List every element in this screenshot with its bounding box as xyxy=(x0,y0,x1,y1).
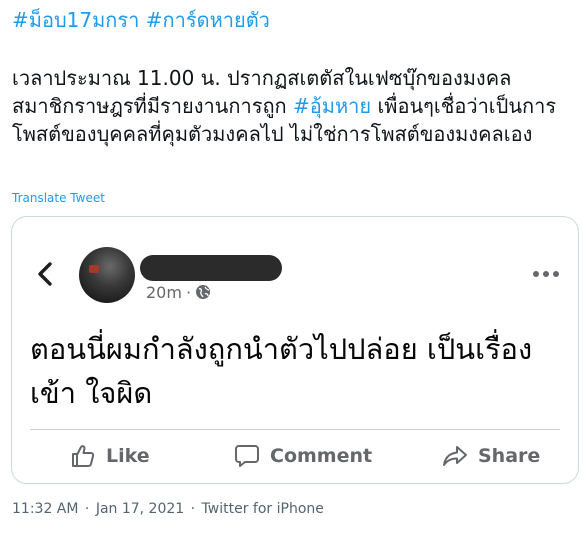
share-action: Share xyxy=(442,437,540,475)
tweet-body: เวลาประมาณ 11.00 น. ปรากฏสเตตัสในเฟซบุ๊ก… xyxy=(12,64,577,148)
post-time: 20m xyxy=(146,283,182,302)
back-chevron-icon xyxy=(38,262,52,286)
comment-label: Comment xyxy=(270,445,373,467)
footer-separator: · xyxy=(84,501,90,517)
hashtag-guard-missing[interactable]: #การ์ดหายตัว xyxy=(146,8,270,32)
fb-post-header: 20m · xyxy=(12,217,578,317)
share-arrow-icon xyxy=(443,446,467,466)
hashtag-mob[interactable]: #ม็อบ17มกรา xyxy=(12,8,139,32)
globe-icon xyxy=(196,285,211,299)
avatar xyxy=(79,247,135,303)
more-dots-icon xyxy=(533,271,559,277)
avatar-detail xyxy=(89,265,99,273)
post-meta: 20m · xyxy=(146,283,211,303)
attached-image[interactable]: 20m · ตอนนี่ผมกำลังถูกนำตัวไปปล่อย เป็นเร… xyxy=(11,216,579,484)
tweet-date[interactable]: Jan 17, 2021 xyxy=(96,501,184,517)
fb-post-text: ตอนนี่ผมกำลังถูกนำตัวไปปล่อย เป็นเรื่องเ… xyxy=(30,332,533,410)
like-label: Like xyxy=(106,445,150,467)
tweet-footer: 11:32 AM · Jan 17, 2021 · Twitter for iP… xyxy=(12,499,324,519)
fb-action-divider xyxy=(30,429,560,430)
hashtag-line: #ม็อบ17มกรา #การ์ดหายตัว xyxy=(12,6,270,34)
footer-separator-2: · xyxy=(190,501,196,517)
like-action: Like xyxy=(70,437,150,475)
comment-action: Comment xyxy=(234,437,372,475)
fb-action-bar: Like Comment Share xyxy=(30,437,560,475)
translate-tweet-link[interactable]: Translate Tweet xyxy=(12,190,105,206)
comment-bubble-icon xyxy=(235,445,259,467)
hashtag-abducted[interactable]: #อุ้มหาย xyxy=(293,94,371,118)
tweet-source[interactable]: Twitter for iPhone xyxy=(202,501,324,517)
tweet: #ม็อบ17มกรา #การ์ดหายตัว เวลาประมาณ 11.0… xyxy=(0,0,587,538)
meta-dot: · xyxy=(185,283,192,302)
share-label: Share xyxy=(478,445,541,467)
redacted-name xyxy=(140,255,282,281)
like-thumb-icon xyxy=(72,445,95,467)
tweet-time[interactable]: 11:32 AM xyxy=(12,501,78,517)
